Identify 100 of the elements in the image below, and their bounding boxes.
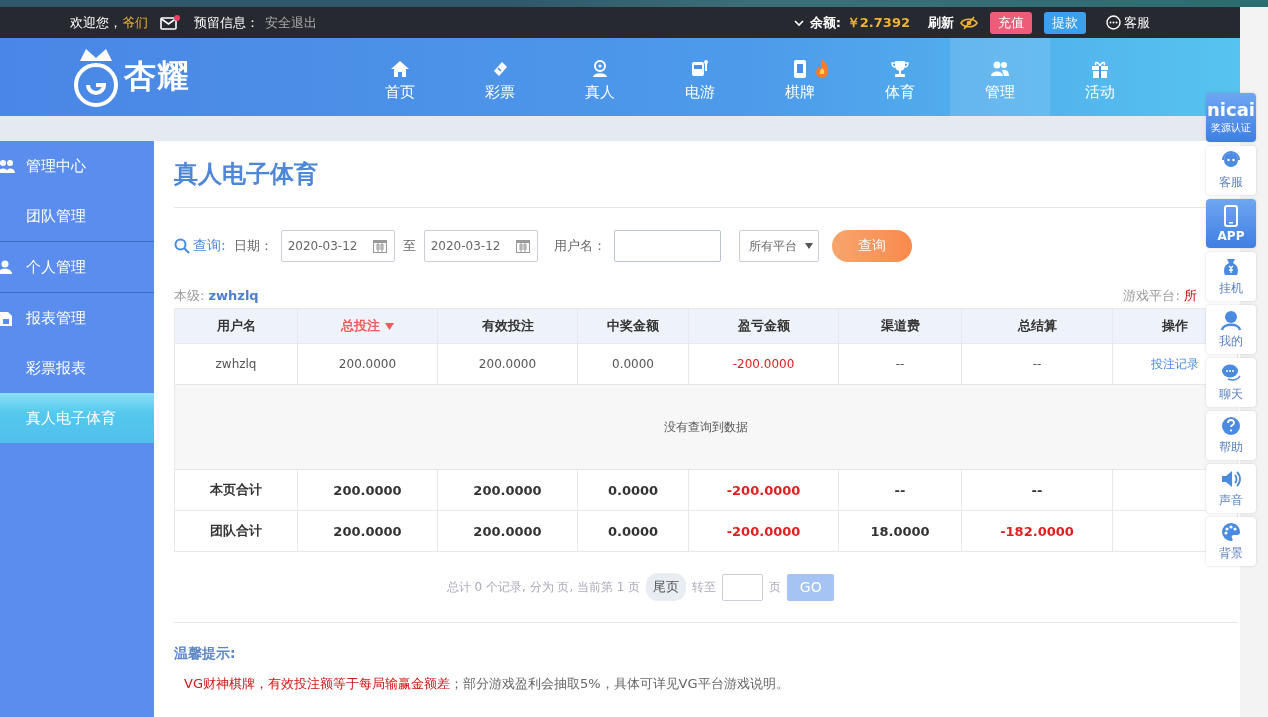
search-button[interactable]: 查询	[831, 230, 912, 262]
page-label: 页	[769, 578, 782, 596]
column-header[interactable]: 操作	[1162, 318, 1188, 333]
table-cell: -182.0000	[961, 510, 1113, 552]
column-header[interactable]: 总投注	[341, 318, 381, 333]
sidebar-heading[interactable]: 报表管理	[0, 293, 154, 343]
withdraw-button[interactable]: 提款	[1044, 11, 1086, 34]
table-cell: --	[961, 469, 1113, 511]
eye-slash-icon[interactable]	[960, 15, 978, 30]
sidebar-item[interactable]: 彩票报表	[0, 343, 154, 393]
nav-tab[interactable]: 体育	[850, 38, 950, 116]
nav-tab[interactable]: 彩票	[450, 38, 550, 116]
mail-icon[interactable]	[160, 14, 180, 31]
user-icon	[0, 259, 15, 275]
sidebar-heading[interactable]: 个人管理	[0, 242, 154, 292]
column-header[interactable]: 中奖金额	[607, 318, 659, 333]
dock-button[interactable]: 声音	[1206, 464, 1256, 513]
dropdown-caret-icon	[804, 243, 813, 249]
certification-badge[interactable]: nicai 奖源认证	[1206, 93, 1256, 142]
logout-link[interactable]: 安全退出	[265, 13, 317, 32]
to-label: 至	[402, 237, 416, 255]
dealer-icon	[590, 58, 610, 79]
speaker-icon	[1220, 468, 1242, 490]
table-cell: zwhzlq	[174, 343, 298, 385]
user-icon	[1220, 309, 1242, 331]
column-header[interactable]: 有效投注	[481, 318, 534, 333]
platform-text: 游戏平台: 所	[1123, 287, 1197, 305]
home-icon	[390, 58, 410, 79]
chat-bubble-icon	[1220, 362, 1242, 384]
dock-button[interactable]: 我的	[1206, 305, 1256, 354]
deposit-button[interactable]: 充值	[990, 11, 1032, 34]
table-cell: --	[961, 343, 1113, 385]
dock-button[interactable]: 挂机	[1206, 252, 1256, 301]
table-cell: 本页合计	[174, 469, 298, 511]
page-field[interactable]	[722, 573, 764, 601]
balance-value: ￥2.7392	[846, 13, 910, 32]
nav-tab[interactable]: 管理	[950, 38, 1050, 116]
table-cell: 200.0000	[297, 510, 438, 552]
table-cell: --	[838, 343, 962, 385]
dock-button[interactable]: 聊天	[1206, 358, 1256, 407]
tip-text: VG财神棋牌，有效投注额等于每局输赢金额差；部分游戏盈利会抽取5%，具体可详见VG平台游戏说明。	[184, 675, 790, 693]
dock-button[interactable]: APP	[1206, 199, 1256, 248]
chevron-down-icon[interactable]	[793, 18, 804, 27]
nav-tab[interactable]: 棋牌	[750, 38, 850, 116]
level-text: 本级: zwhzlq	[174, 287, 259, 305]
username-label: 用户名：	[553, 237, 606, 255]
calendar-icon	[371, 238, 388, 254]
sort-desc-icon[interactable]	[384, 323, 394, 330]
logo-text: 杏耀	[124, 56, 190, 97]
calendar-icon	[514, 238, 531, 254]
record-summary: 总计 0 个记录, 分为 页, 当前第 1 页	[446, 578, 641, 596]
table-cell: 200.0000	[437, 510, 578, 552]
column-header[interactable]: 盈亏金额	[737, 318, 790, 333]
date-field[interactable]: 2020-03-12	[280, 230, 395, 262]
balance-label: 余额:	[809, 13, 841, 32]
table-cell: 200.0000	[297, 343, 438, 385]
dock-button[interactable]: 客服	[1206, 146, 1256, 195]
slot-machine-icon	[690, 58, 710, 79]
nav-tab[interactable]: 首页	[350, 38, 450, 116]
username-field[interactable]	[613, 230, 721, 262]
table-cell: -200.0000	[688, 343, 839, 385]
table-cell: -200.0000	[688, 469, 839, 511]
search-icon	[174, 238, 190, 254]
username-link[interactable]: 爷们	[122, 13, 148, 32]
dock-button[interactable]: 帮助	[1206, 411, 1256, 460]
date-label: 日期：	[233, 237, 273, 255]
platform-select[interactable]: 所有平台	[738, 230, 819, 262]
palette-icon	[1220, 521, 1242, 543]
dock-button[interactable]: 背景	[1206, 517, 1256, 566]
greeting-text: 欢迎您，	[70, 13, 122, 32]
table-cell: 0.0000	[577, 510, 689, 552]
nav-tab[interactable]: 电游	[650, 38, 750, 116]
table-cell: 18.0000	[838, 510, 962, 552]
table-cell: -200.0000	[688, 510, 839, 552]
help-icon	[1220, 415, 1242, 437]
table-cell: --	[838, 469, 962, 511]
service-link[interactable]: 客服	[1106, 13, 1150, 32]
table-cell: 0.0000	[577, 469, 689, 511]
table-cell: 200.0000	[437, 343, 578, 385]
column-header[interactable]: 总结算	[1017, 318, 1057, 333]
search-label: 查询:	[174, 237, 226, 255]
nav-tab[interactable]: 活动	[1050, 38, 1150, 116]
date-field[interactable]: 2020-03-12	[423, 230, 538, 262]
tips-title: 温馨提示:	[174, 645, 237, 663]
sidebar-item[interactable]: 团队管理	[0, 191, 154, 241]
chat-icon	[1106, 15, 1121, 30]
sidebar-heading[interactable]: 管理中心	[0, 141, 154, 191]
table-cell: 200.0000	[297, 469, 438, 511]
goto-label: 转至	[692, 578, 717, 596]
bet-record-link[interactable]: 投注记录	[1151, 356, 1199, 371]
table-cell: 0.0000	[577, 343, 689, 385]
table-cell: 团队合计	[174, 510, 298, 552]
nav-tab[interactable]: 真人	[550, 38, 650, 116]
column-header[interactable]: 渠道费	[880, 318, 920, 333]
refresh-link[interactable]: 刷新	[928, 13, 954, 32]
trophy-icon	[890, 58, 910, 79]
column-header[interactable]: 用户名	[216, 318, 256, 333]
last-page-button[interactable]: 尾页	[646, 573, 687, 601]
notice-label: 预留信息：	[194, 13, 259, 32]
table-cell: 200.0000	[437, 469, 578, 511]
